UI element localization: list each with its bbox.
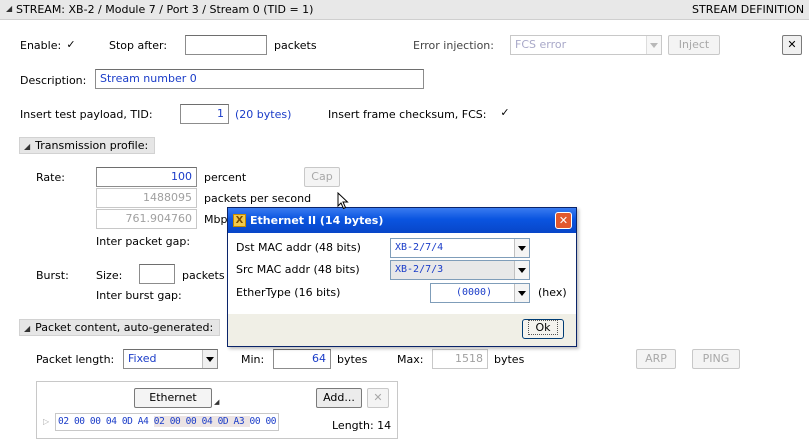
- ok-button[interactable]: Ok: [522, 319, 564, 339]
- enable-label: Enable:: [20, 39, 62, 52]
- src-mac-label: Src MAC addr (48 bits): [236, 263, 360, 276]
- packet-length-value: Fixed: [128, 352, 157, 365]
- burst-packets-label: packets: [182, 269, 225, 282]
- tid-input[interactable]: 1: [180, 104, 229, 124]
- expand-triangle-icon[interactable]: ▷: [43, 417, 49, 426]
- rate-percent-input[interactable]: 100: [96, 167, 197, 187]
- packet-length-label: Packet length:: [36, 353, 115, 366]
- hex-unit-label: (hex): [538, 286, 567, 299]
- burst-size-label: Size:: [96, 269, 123, 282]
- stream-title: STREAM: XB-2 / Module 7 / Port 3 / Strea…: [16, 3, 314, 16]
- dialog-title-bar[interactable]: Ethernet II (14 bytes): [228, 208, 576, 233]
- hex-src-mac: 02 00 00 04 0D A3: [153, 416, 250, 427]
- dst-mac-label: Dst MAC addr (48 bits): [236, 241, 361, 254]
- dst-mac-value: XB-2/7/4: [395, 242, 444, 253]
- fcs-checkbox[interactable]: ✓: [499, 107, 511, 119]
- cap-button[interactable]: Cap: [304, 167, 340, 187]
- payload-bytes-note: (20 bytes): [235, 108, 292, 121]
- packet-hex-dump[interactable]: 02 00 00 04 0D A4 02 00 00 04 0D A3 00 0…: [55, 413, 280, 431]
- error-injection-select[interactable]: FCS error: [510, 35, 662, 55]
- enable-checkbox[interactable]: ✓: [65, 39, 77, 51]
- src-mac-value: XB-2/7/3: [395, 264, 444, 275]
- dst-mac-select[interactable]: XB-2/7/4: [390, 238, 530, 258]
- dialog-body: Dst MAC addr (48 bits) XB-2/7/4 Src MAC …: [228, 233, 576, 314]
- ethernet-header-button[interactable]: Ethernet: [134, 388, 212, 408]
- description-input[interactable]: Stream number 0: [95, 69, 424, 89]
- description-label: Description:: [20, 74, 87, 87]
- ping-button[interactable]: PING: [692, 349, 740, 369]
- max-label: Max:: [397, 353, 424, 366]
- inter-packet-gap-label: Inter packet gap:: [96, 235, 191, 248]
- rate-label: Rate:: [36, 171, 65, 184]
- remove-header-button[interactable]: ✕: [367, 388, 389, 408]
- packet-length-select[interactable]: Fixed: [123, 349, 218, 369]
- packet-length-text: Length: 14: [332, 419, 392, 432]
- burst-label: Burst:: [36, 269, 69, 282]
- src-mac-select[interactable]: XB-2/7/3: [390, 260, 530, 280]
- dropdown-arrow-icon: [514, 239, 529, 257]
- transmission-profile-section[interactable]: ◢ Transmission profile:: [19, 137, 156, 154]
- max-unit: bytes: [494, 353, 525, 366]
- stop-after-input[interactable]: [185, 35, 267, 55]
- test-payload-label: Insert test payload, TID:: [20, 108, 153, 121]
- rate-pps-unit: packets per second: [204, 192, 312, 205]
- ethernet-ii-dialog: Ethernet II (14 bytes) X ✕ Dst MAC addr …: [227, 207, 577, 347]
- hex-dst-mac: 02 00 00 04 0D A4: [58, 416, 154, 427]
- packet-content-label: Packet content, auto-generated:: [35, 321, 214, 334]
- dropdown-arrow-icon: [514, 284, 529, 302]
- inter-burst-gap-label: Inter burst gap:: [96, 289, 182, 302]
- rate-mbps-input[interactable]: 761.904760: [96, 209, 197, 229]
- error-injection-label: Error injection:: [413, 39, 494, 52]
- mouse-cursor-icon: [337, 192, 349, 210]
- error-injection-value: FCS error: [515, 38, 567, 51]
- ethertype-label: EtherType (16 bits): [236, 286, 341, 299]
- dialog-app-icon: X: [233, 214, 246, 227]
- transmission-profile-label: Transmission profile:: [35, 139, 149, 152]
- min-unit: bytes: [337, 353, 368, 366]
- stop-after-label: Stop after:: [109, 39, 168, 52]
- dropdown-arrow-icon: [202, 350, 217, 368]
- arp-button[interactable]: ARP: [636, 349, 676, 369]
- rate-pps-input[interactable]: 1488095: [96, 188, 197, 208]
- collapse-triangle-icon[interactable]: ◢: [6, 4, 12, 13]
- close-icon[interactable]: ✕: [782, 35, 802, 55]
- ethertype-select[interactable]: (0000): [430, 283, 530, 303]
- dropdown-arrow-icon: [646, 36, 661, 54]
- inject-button[interactable]: Inject: [668, 35, 720, 55]
- ok-button-label: Ok: [528, 320, 558, 335]
- hex-ethertype: 00 00: [249, 416, 277, 427]
- min-length-input[interactable]: 64: [273, 349, 331, 369]
- header-menu-icon[interactable]: ◢: [214, 398, 219, 406]
- packet-content-section[interactable]: ◢ Packet content, auto-generated:: [19, 319, 221, 336]
- ethertype-value: (0000): [455, 287, 493, 298]
- burst-size-input[interactable]: [139, 264, 175, 284]
- fcs-label: Insert frame checksum, FCS:: [328, 108, 487, 121]
- add-header-button[interactable]: Add...: [316, 388, 362, 408]
- max-length-input[interactable]: 1518: [432, 349, 488, 369]
- rate-percent-unit: percent: [204, 171, 247, 184]
- min-label: Min:: [241, 353, 265, 366]
- collapse-triangle-icon: ◢: [24, 324, 31, 333]
- stop-after-packets-label: packets: [274, 39, 317, 52]
- close-icon[interactable]: ✕: [555, 212, 572, 229]
- dropdown-arrow-icon: [514, 261, 529, 279]
- collapse-triangle-icon: ◢: [24, 142, 31, 151]
- stream-definition-label: STREAM DEFINITION: [692, 3, 805, 16]
- dialog-title: Ethernet II (14 bytes): [250, 214, 384, 227]
